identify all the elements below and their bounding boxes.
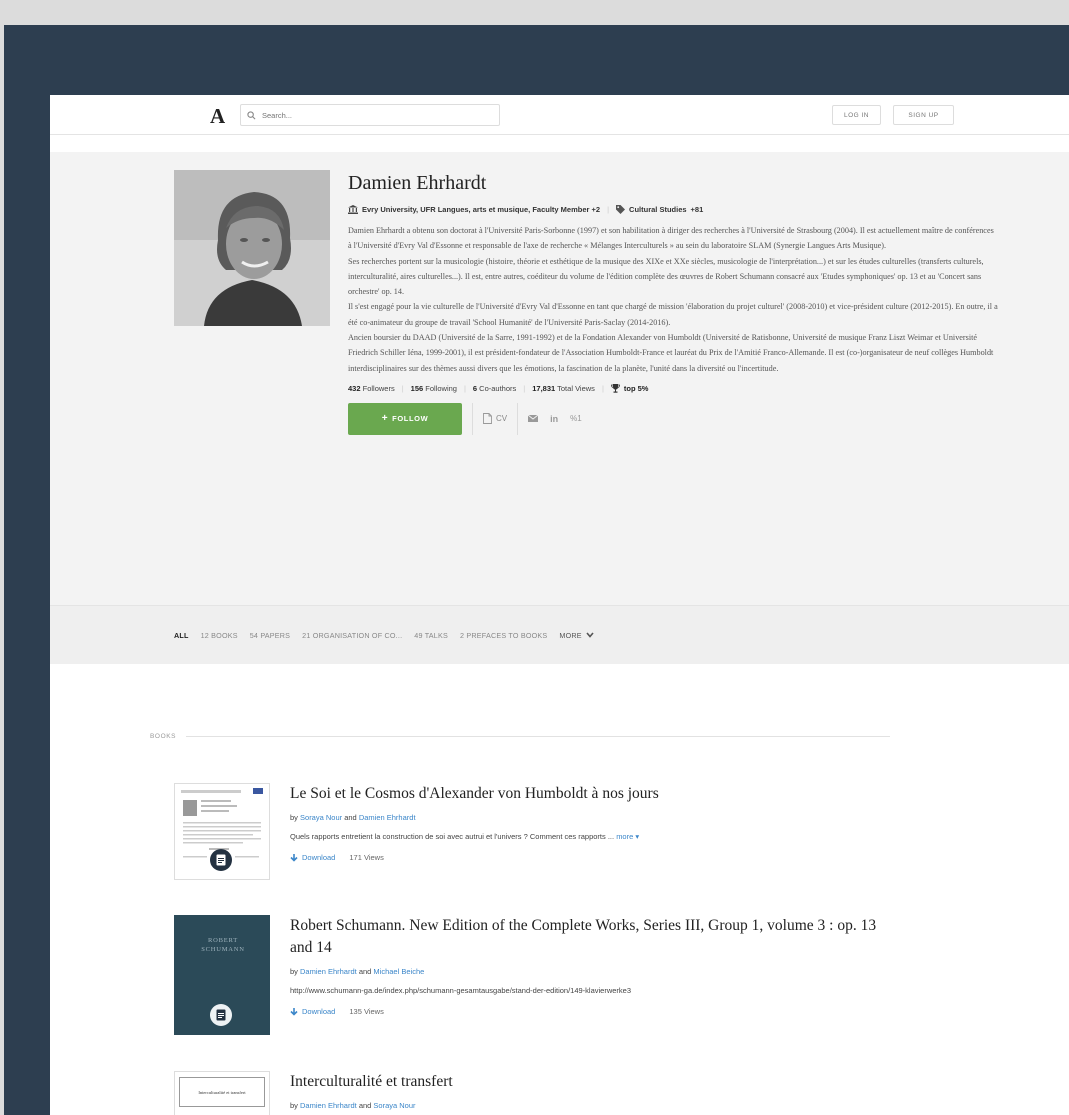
tab-more-label: MORE	[559, 630, 582, 640]
profile-info: Damien Ehrhardt Evry University, UFR Lan…	[348, 172, 998, 435]
profile-header: Damien Ehrhardt Evry University, UFR Lan…	[50, 152, 1069, 605]
tab-talks[interactable]: 49 TALKS	[414, 631, 448, 640]
affiliation-row: Evry University, UFR Langues, arts et mu…	[348, 205, 998, 214]
bio-paragraph: Ancien boursier du DAAD (Université de l…	[348, 333, 994, 373]
book-meta: Download 171 Views	[290, 853, 890, 862]
follow-label: FOLLOW	[392, 414, 429, 424]
divider	[186, 736, 890, 737]
book-info: Interculturalité et transfert by Damien …	[290, 1071, 890, 1110]
book-title[interactable]: Robert Schumann. New Edition of the Comp…	[290, 915, 890, 959]
tab-organisation[interactable]: 21 ORGANISATION OF CO...	[302, 631, 402, 640]
follow-button[interactable]: + FOLLOW	[348, 402, 462, 435]
books-section-header: BOOKS	[150, 733, 890, 740]
author-link[interactable]: Soraya Nour	[300, 813, 342, 822]
download-icon	[290, 1007, 298, 1016]
signup-button[interactable]: SIGN UP	[893, 105, 954, 125]
social-links: in %1	[528, 414, 582, 424]
research-interest-link[interactable]: Cultural Studies	[629, 205, 687, 214]
divider	[472, 402, 473, 435]
bio-paragraph: Il s'est engagé pour la vie culturelle d…	[348, 302, 998, 327]
book-title[interactable]: Le Soi et le Cosmos d'Alexander von Humb…	[290, 783, 890, 805]
browser-frame: A LOG IN SIGN UP	[4, 25, 1069, 1115]
book-cover[interactable]: Interculturalité et transfert	[174, 1071, 270, 1115]
cover-title: ROBERT SCHUMANN	[201, 937, 245, 953]
divider: |	[607, 205, 610, 214]
book-authors: by Damien Ehrhardt and Michael Beiche	[290, 967, 425, 976]
research-more-link[interactable]: +81	[691, 205, 704, 214]
plus-icon: +	[381, 413, 389, 425]
divider: |	[463, 383, 466, 393]
book-title[interactable]: Interculturalité et transfert	[290, 1071, 890, 1093]
login-button[interactable]: LOG IN	[832, 105, 881, 125]
download-button[interactable]: Download	[290, 1007, 335, 1016]
download-icon	[290, 853, 298, 862]
book-badge-icon	[210, 1004, 232, 1026]
following-stat[interactable]: 156 Following	[411, 384, 457, 393]
coauthors-stat[interactable]: 6 Co-authors	[473, 384, 516, 393]
book-item: Interculturalité et transfert Intercultu…	[174, 1071, 894, 1115]
university-icon	[348, 205, 358, 214]
tag-icon	[616, 205, 626, 214]
site-logo[interactable]: A	[210, 104, 225, 129]
search-input[interactable]	[262, 110, 482, 120]
book-cover[interactable]	[174, 783, 270, 880]
cv-link[interactable]: CV	[483, 413, 508, 425]
search-box[interactable]	[240, 104, 500, 126]
profile-name: Damien Ehrhardt	[348, 172, 487, 194]
tab-all[interactable]: ALL	[174, 631, 189, 640]
linkedin-icon[interactable]: in	[550, 414, 558, 424]
bio-paragraph: Ses recherches portent sur la musicologi…	[348, 256, 984, 297]
book-summary: Quels rapports entretient la constructio…	[290, 832, 640, 841]
top-nav: A LOG IN SIGN UP	[50, 95, 1069, 135]
search-icon	[247, 110, 256, 119]
academia-profile-page: A LOG IN SIGN UP	[50, 95, 1069, 1115]
tab-more[interactable]: MORE	[559, 630, 594, 640]
book-badge-icon	[210, 849, 232, 871]
book-info: Robert Schumann. New Edition of the Comp…	[290, 915, 890, 1016]
tab-prefaces[interactable]: 2 PREFACES TO BOOKS	[460, 631, 547, 640]
author-link[interactable]: Damien Ehrhardt	[359, 813, 416, 822]
bio-paragraph: Damien Ehrhardt a obtenu son doctorat à …	[348, 226, 994, 251]
profile-bio: Damien Ehrhardt a obtenu son doctorat à …	[348, 223, 998, 376]
followers-stat[interactable]: 432 Followers	[348, 384, 395, 393]
divider: |	[601, 383, 604, 393]
tab-books[interactable]: 12 BOOKS	[201, 631, 238, 640]
book-item: ROBERT SCHUMANN Robert Schumann. New Edi…	[174, 915, 894, 1040]
author-link[interactable]: Damien Ehrhardt	[300, 1101, 357, 1110]
author-link[interactable]: Damien Ehrhardt	[300, 967, 357, 976]
book-info: Le Soi et le Cosmos d'Alexander von Humb…	[290, 783, 890, 862]
profile-stats: 432 Followers | 156 Following | 6 Co-aut…	[348, 383, 998, 393]
author-link[interactable]: Soraya Nour	[373, 1101, 415, 1110]
divider: |	[523, 383, 526, 393]
tab-papers[interactable]: 54 PAPERS	[250, 631, 290, 640]
trophy-icon	[610, 383, 620, 393]
links-count: 1	[577, 414, 582, 424]
book-item: Le Soi et le Cosmos d'Alexander von Humb…	[174, 783, 894, 883]
affiliation-link[interactable]: Evry University, UFR Langues, arts et mu…	[362, 205, 600, 214]
book-authors: by Soraya Nour and Damien Ehrhardt	[290, 813, 416, 822]
divider: |	[401, 383, 404, 393]
views-count: 135 Views	[349, 1007, 384, 1016]
document-icon	[483, 413, 492, 425]
email-icon[interactable]	[528, 415, 539, 423]
chevron-down-icon	[586, 632, 594, 638]
download-button[interactable]: Download	[290, 853, 335, 862]
link-icon[interactable]: %1	[570, 414, 582, 423]
book-meta: Download 135 Views	[290, 1007, 890, 1016]
views-stat: 17,831 Total Views	[532, 383, 595, 393]
views-count: 171 Views	[349, 853, 384, 862]
section-title: BOOKS	[150, 733, 177, 740]
cv-label: CV	[496, 414, 508, 424]
divider	[517, 402, 519, 435]
profile-actions: + FOLLOW CV in %1	[348, 402, 998, 435]
profile-tabs: ALL 12 BOOKS 54 PAPERS 21 ORGANISATION O…	[50, 605, 1069, 664]
book-cover[interactable]: ROBERT SCHUMANN	[174, 915, 270, 1035]
avatar	[174, 170, 330, 326]
book-authors: by Damien Ehrhardt and Soraya Nour	[290, 1101, 416, 1110]
cover-title: Interculturalité et transfert	[179, 1077, 265, 1107]
book-summary: http://www.schumann-ga.de/index.php/schu…	[290, 986, 632, 995]
more-link[interactable]: more ▾	[616, 832, 639, 841]
author-link[interactable]: Michael Beiche	[373, 967, 424, 976]
rank-badge: top 5%	[623, 383, 649, 393]
